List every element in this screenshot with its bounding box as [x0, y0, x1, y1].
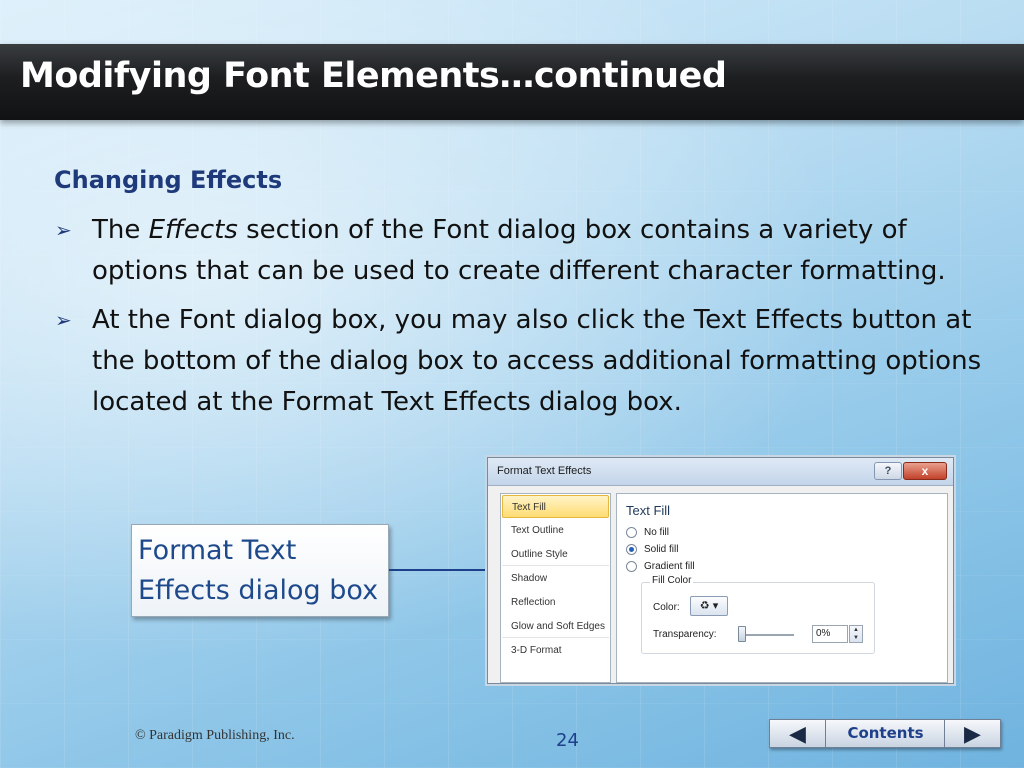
callout-connector-line [389, 569, 489, 571]
solid-fill-radio[interactable] [626, 544, 637, 555]
paint-bucket-icon: ♻ [699, 600, 710, 612]
transparency-spinner[interactable]: ▲ ▼ [849, 625, 863, 643]
nav-item-text-outline[interactable]: Text Outline [502, 519, 609, 542]
bullet-arrow-icon: ➢ [55, 308, 72, 332]
bullet-text-emphasis: Effects [148, 215, 238, 245]
fill-color-group: Fill Color Color: ♻ ▾ Transparency: 0% ▲… [641, 575, 875, 654]
no-fill-radio[interactable] [626, 527, 637, 538]
transparency-slider-thumb[interactable] [738, 626, 746, 642]
slide-subheading: Changing Effects [54, 166, 283, 194]
nav-item-reflection[interactable]: Reflection [502, 591, 609, 614]
gradient-fill-radio[interactable] [626, 561, 637, 572]
spin-up-icon[interactable]: ▲ [850, 626, 862, 634]
no-fill-option[interactable]: No fill [626, 527, 669, 543]
no-fill-label: No fill [644, 527, 670, 539]
nav-item-outline-style[interactable]: Outline Style [502, 543, 609, 566]
solid-fill-label: Solid fill [644, 544, 679, 556]
copyright-text: © Paradigm Publishing, Inc. [135, 728, 295, 743]
bullet-text-prefix: The [92, 215, 149, 245]
transparency-input[interactable]: 0% [812, 625, 848, 643]
title-bar: Modifying Font Elements…continued [0, 44, 1024, 120]
close-button[interactable]: x [903, 462, 947, 480]
nav-item-shadow[interactable]: Shadow [502, 567, 609, 590]
help-button[interactable]: ? [874, 462, 902, 480]
solid-fill-option[interactable]: Solid fill [626, 544, 678, 560]
arrow-left-icon: ◀ [789, 721, 806, 746]
spin-down-icon[interactable]: ▼ [850, 634, 862, 642]
nav-item-glow-soft-edges[interactable]: Glow and Soft Edges [502, 615, 609, 638]
bullet-text: The Effects section of the Font dialog b… [92, 210, 995, 292]
nav-item-text-fill[interactable]: Text Fill [502, 495, 609, 518]
gradient-fill-label: Gradient fill [644, 561, 695, 573]
dialog-nav-pane: Text Fill Text Outline Outline Style Sha… [500, 493, 611, 683]
bullet-text: At the Font dialog box, you may also cli… [92, 305, 982, 417]
dialog-title: Format Text Effects [497, 465, 592, 477]
bullet-item: ➢ The Effects section of the Font dialog… [55, 210, 995, 292]
transparency-slider-track[interactable] [738, 634, 794, 636]
slide-title: Modifying Font Elements…continued [20, 56, 727, 96]
callout-line-1: Format Text [138, 535, 297, 566]
nav-item-3d-format[interactable]: 3-D Format [502, 639, 609, 662]
fill-color-group-label: Fill Color [650, 575, 694, 586]
previous-slide-button[interactable]: ◀ [770, 720, 826, 747]
arrow-right-icon: ▶ [964, 721, 981, 746]
callout-line-2: Effects dialog box [138, 575, 379, 606]
dialog-main-pane: Text Fill No fill Solid fill Gradient fi… [616, 493, 948, 683]
dialog-titlebar: Format Text Effects ? x [488, 458, 953, 486]
color-label: Color: [653, 602, 680, 613]
contents-button[interactable]: Contents [827, 720, 944, 747]
slide-navigation: ◀ Contents ▶ [769, 719, 1001, 748]
chevron-down-icon: ▾ [712, 600, 719, 612]
format-text-effects-dialog: Format Text Effects ? x Text Fill Text O… [487, 457, 954, 684]
bullet-item: ➢ At the Font dialog box, you may also c… [55, 300, 995, 423]
bullet-arrow-icon: ➢ [55, 218, 72, 242]
page-number: 24 [556, 730, 579, 751]
color-picker-button[interactable]: ♻ ▾ [690, 596, 728, 616]
callout-box: Format Text Effects dialog box [131, 524, 389, 617]
next-slide-button[interactable]: ▶ [944, 720, 1000, 747]
panel-heading: Text Fill [626, 503, 671, 518]
transparency-label: Transparency: [653, 629, 717, 640]
